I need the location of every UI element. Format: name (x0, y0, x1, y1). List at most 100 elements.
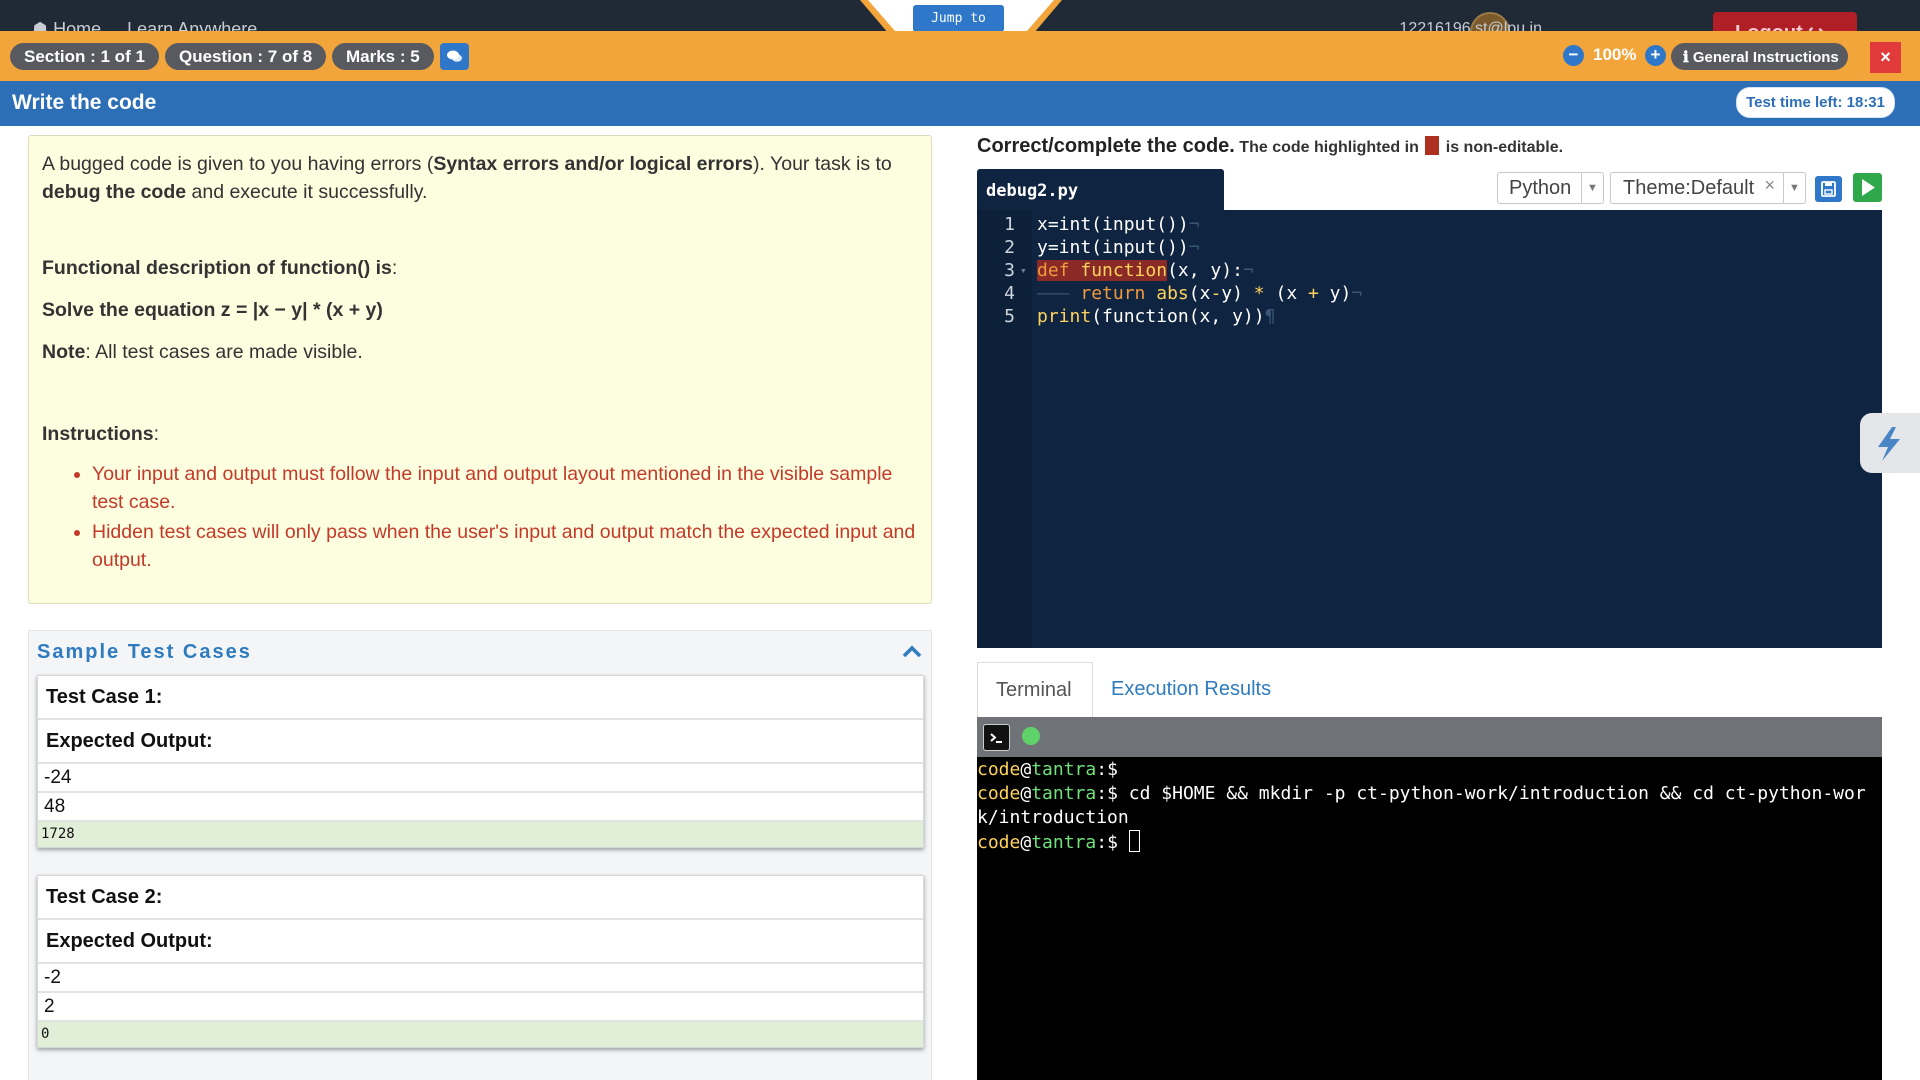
sample-test-cases-title[interactable]: Sample Test Cases (37, 641, 252, 664)
user-email: 12216196.st@lpu.in (1399, 20, 1542, 31)
prompt-suffix: :$ (1096, 832, 1118, 853)
language-select[interactable]: Python ▼ (1497, 172, 1604, 204)
intro-bold: debug the code (42, 181, 187, 203)
editor-hint-post: is non-editable. (1445, 139, 1564, 156)
line-number: 1 (1004, 214, 1015, 235)
clear-icon[interactable]: × (1764, 175, 1775, 196)
question-badge[interactable]: Question : 7 of 8 (165, 43, 327, 70)
bolt-icon (1878, 427, 1900, 461)
colon: : (153, 423, 160, 445)
non-editable-region: def function (1037, 260, 1168, 281)
file-tab[interactable]: debug2.py (977, 169, 1224, 211)
terminal-output[interactable]: code@tantra:$ code@tantra:$ cd $HOME && … (977, 757, 1882, 1080)
code-text: def function(x, y):¬ (1037, 260, 1254, 281)
tab-execution-results[interactable]: Execution Results (1093, 662, 1289, 718)
sample-test-cases-panel: Sample Test Cases Test Case 1: Expected … (28, 630, 932, 1080)
prompt-suffix: :$ (1096, 783, 1118, 804)
logout-button[interactable]: Logout ↪ (1713, 12, 1857, 31)
marks-badge: Marks : 5 (332, 43, 434, 70)
expected-output-value: 1728 (38, 822, 923, 847)
side-panel-toggle[interactable] (1860, 413, 1920, 473)
terminal-icon[interactable] (983, 724, 1010, 751)
locked-color-swatch (1425, 136, 1440, 155)
code-content: y=int(input()) (1037, 237, 1189, 258)
code-text: y=int(input())¬ (1037, 237, 1200, 258)
instructions-label: Instructions (42, 423, 154, 445)
chevron-up-icon[interactable] (901, 641, 923, 663)
expected-output-value: 0 (38, 1022, 923, 1047)
prompt-suffix: :$ (1096, 759, 1118, 780)
prompt-user: code (977, 783, 1021, 804)
prompt-user: code (977, 759, 1021, 780)
line-number: 2 (1004, 237, 1015, 258)
language-select-value: Python (1509, 177, 1572, 199)
theme-select[interactable]: Theme:Default × ▼ (1610, 172, 1806, 204)
code-text: ——— return abs(x-y) * (x + y)¬ (1037, 283, 1363, 304)
fold-arrow-icon[interactable]: ▾ (1020, 259, 1027, 282)
code-content: x=int(input()) (1037, 214, 1189, 235)
page-title: Write the code (12, 91, 157, 114)
code-text: x=int(input())¬ (1037, 214, 1200, 235)
home-link[interactable]: ☗ Home (32, 19, 101, 31)
function-description-heading: Functional description of function() is: (42, 254, 918, 282)
note-label: Note (42, 341, 86, 363)
test-input-value: -2 (38, 964, 923, 993)
top-nav: ☗ Home Learn Anywhere (32, 19, 257, 31)
intro-bold: Syntax errors and/or logical errors (433, 153, 754, 175)
editor-hint-main: Correct/complete the code. (977, 135, 1235, 157)
prompt-host: tantra (1031, 832, 1097, 853)
prompt-at: @ (1020, 759, 1032, 780)
editor-hint-pre: The code highlighted in (1239, 139, 1419, 156)
prompt-glyph (990, 733, 1002, 743)
test-case-card: Test Case 1: Expected Output: -24 48 172… (37, 675, 924, 848)
learn-anywhere-link[interactable]: Learn Anywhere (127, 19, 257, 31)
instructions-list: Your input and output must follow the in… (92, 460, 918, 574)
close-button[interactable]: × (1870, 42, 1901, 73)
section-badge[interactable]: Section : 1 of 1 (10, 43, 159, 70)
expected-output-label: Expected Output: (38, 920, 923, 964)
test-input-value: -24 (38, 764, 923, 793)
code-text: print(function(x, y))¶ (1037, 306, 1276, 327)
code-editor[interactable]: 1 x=int(input())¬ 2 y=int(input())¬ 3 ▾ … (977, 210, 1882, 648)
terminal-tabs: Terminal Execution Results (977, 662, 1882, 718)
prompt-host: tantra (1031, 783, 1097, 804)
test-case-card: Test Case 2: Expected Output: -2 2 0 (37, 875, 924, 1048)
colon: : (391, 257, 398, 279)
code-line-locked[interactable]: 3 ▾ def function(x, y):¬ (977, 259, 1882, 282)
instruction-item: Hidden test cases will only pass when th… (92, 518, 918, 574)
line-number: 3 (1004, 260, 1015, 281)
jump-to-button[interactable]: Jump to (913, 5, 1004, 32)
chat-button[interactable] (440, 43, 469, 70)
zoom-out-button[interactable]: − (1563, 45, 1584, 66)
run-button[interactable] (1853, 173, 1882, 202)
tab-terminal[interactable]: Terminal (977, 662, 1093, 718)
intro-part: and execute it successfully. (186, 181, 428, 203)
question-panel[interactable]: A bugged code is given to you having err… (0, 126, 960, 1080)
test-case-title: Test Case 1: (38, 676, 923, 720)
code-line[interactable]: 2 y=int(input())¬ (977, 236, 1882, 259)
line-number: 4 (1004, 283, 1015, 304)
code-line[interactable]: 4 ——— return abs(x-y) * (x + y)¬ (977, 282, 1882, 305)
editor-hint: Correct/complete the code. The code high… (977, 135, 1563, 158)
terminal-line: code@tantra:$ cd $HOME && mkdir -p ct-py… (977, 782, 1882, 830)
time-left-badge: Test time left: 18:31 (1736, 87, 1895, 118)
code-line[interactable]: 1 x=int(input())¬ (977, 213, 1882, 236)
test-input-value: 2 (38, 993, 923, 1022)
prompt-at: @ (1020, 783, 1032, 804)
intro-part: ). Your task is to (753, 153, 892, 175)
theme-select-value: Theme:Default (1623, 177, 1755, 199)
note: Note: All test cases are made visible. (42, 338, 918, 366)
function-label: Functional description of function() is (42, 257, 392, 279)
chat-icon (447, 50, 462, 62)
intro-part: A bugged code is given to you having err… (42, 153, 434, 175)
zoom-in-button[interactable]: + (1645, 45, 1666, 66)
save-icon (1821, 181, 1836, 197)
problem-description: A bugged code is given to you having err… (28, 135, 932, 604)
save-button[interactable] (1815, 176, 1842, 202)
title-bar: Write the code Test time left: 18:31 (0, 81, 1920, 126)
code-line[interactable]: 5 print(function(x, y))¶ (977, 305, 1882, 328)
note-text: : All test cases are made visible. (85, 341, 363, 363)
zoom-level: 100% (1593, 45, 1637, 64)
general-instructions-button[interactable]: ℹ General Instructions (1671, 43, 1848, 70)
logout-label: Logout (1735, 22, 1803, 31)
